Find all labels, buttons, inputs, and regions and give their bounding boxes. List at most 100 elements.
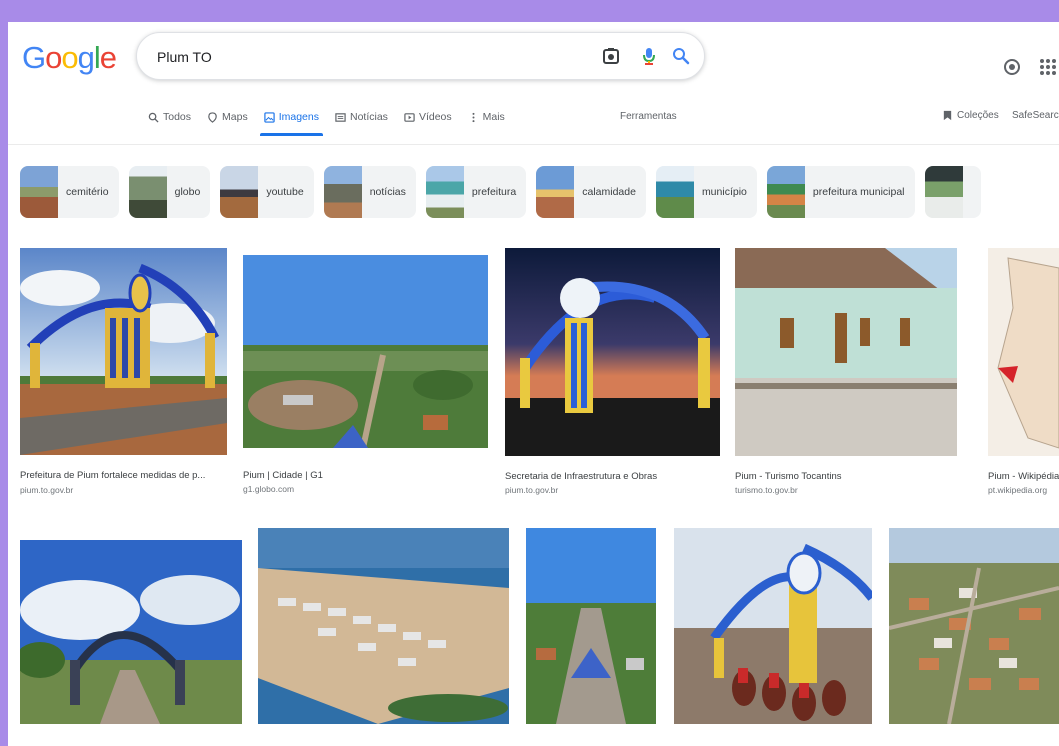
video-icon [404,112,415,122]
logo-letter: g [77,40,95,75]
chip-thumbnail [536,166,575,218]
chip-label: youtube [266,186,304,198]
tab-label: Todos [163,111,192,123]
aerial-city-image [243,255,488,448]
search-tabs: Todos Maps Imagens Notícias Vídeos Mais [148,106,521,136]
search-icon [148,112,159,123]
aerial-street-image [526,528,656,724]
chip-globo[interactable]: globo [128,166,211,218]
tab-label: Imagens [278,111,319,123]
chip-thumbnail [924,166,963,218]
result-site: turismo.to.gov.br [735,485,798,495]
tab-mais[interactable]: Mais [468,106,505,128]
chip-municipio[interactable]: município [655,166,757,218]
result-site: pium.to.gov.br [505,485,559,495]
result-image[interactable] [988,248,1059,456]
result-title[interactable]: Pium | Cidade | G1 [243,470,488,481]
chip-thumbnail [220,166,259,218]
image-icon [264,111,275,123]
chip-label: globo [174,186,201,198]
news-icon [335,112,346,122]
result-card[interactable] [20,540,242,724]
result-card[interactable]: Pium - Turismo Tocantins turismo.to.gov.… [735,248,957,495]
chip-label: prefeitura municipal [812,186,905,198]
chip-prefeitura[interactable]: prefeitura [425,166,527,218]
result-card[interactable] [889,528,1059,724]
result-card[interactable]: Secretaria de Infraestrutura e Obras piu… [505,248,720,495]
result-site: g1.globo.com [243,484,295,494]
result-image[interactable] [674,528,872,724]
result-image[interactable] [20,248,227,455]
chip-calamidade[interactable]: calamidade [536,166,646,218]
chip-noticias[interactable]: notícias [323,166,416,218]
result-title[interactable]: Pium - Wikipédia, ... [988,471,1059,482]
tab-noticias[interactable]: Notícias [335,106,388,128]
chip-partial[interactable] [924,166,981,218]
chip-thumbnail [323,166,362,218]
result-image[interactable] [20,540,242,724]
logo-letter: o [45,40,62,75]
chip-prefeitura-municipal[interactable]: prefeitura municipal [766,166,915,218]
result-title[interactable]: Pium - Turismo Tocantins [735,471,957,482]
camera-icon[interactable] [601,46,621,66]
result-image[interactable] [243,255,488,448]
chip-thumbnail [128,166,167,218]
result-image[interactable] [505,248,720,456]
night-arch-image [505,248,720,456]
safesearch-button[interactable]: SafeSearch [1012,110,1059,121]
search-input[interactable] [155,45,559,69]
tab-label: Vídeos [418,111,452,123]
result-image[interactable] [526,528,656,724]
result-card[interactable]: Pium | Cidade | G1 g1.globo.com [243,255,488,494]
apps-grid-icon[interactable] [1037,56,1059,78]
collections-label: Coleções [957,110,999,121]
result-image[interactable] [735,248,957,456]
microphone-icon[interactable] [639,46,659,66]
colonial-house-image [735,248,957,456]
bookmark-icon [943,110,952,121]
chip-cemiterio[interactable]: cemitério [20,166,119,218]
chip-label: calamidade [582,186,636,198]
result-card[interactable] [258,528,509,724]
river-beach-image [258,528,509,724]
settings-icon[interactable] [1001,56,1023,78]
result-card[interactable]: Prefeitura de Pium fortalece medidas de … [20,248,227,495]
tab-videos[interactable]: Vídeos [404,106,452,128]
collections-link[interactable]: Coleções [942,110,999,121]
tab-imagens[interactable]: Imagens [259,106,324,136]
tab-todos[interactable]: Todos [148,106,191,128]
logo-letter: e [99,40,117,75]
result-title[interactable]: Secretaria de Infraestrutura e Obras [505,471,720,482]
chip-thumbnail [766,166,805,218]
tab-maps[interactable]: Maps [207,106,248,128]
search-icon[interactable] [671,46,691,66]
chip-thumbnail [655,166,694,218]
chip-label: cemitério [66,186,109,198]
tab-label: Maps [222,111,248,123]
logo-letter: o [61,40,78,75]
chip-thumbnail [20,166,58,218]
google-logo[interactable]: Google [22,40,117,76]
arch-photo-image [20,248,227,455]
result-card[interactable] [674,528,872,724]
related-chips: cemitério globo youtube notícias prefeit… [20,166,981,218]
result-card[interactable] [526,528,656,724]
arch-road-image [20,540,242,724]
chip-label: notícias [369,186,406,198]
result-site: pium.to.gov.br [20,485,74,495]
tools-button[interactable]: Ferramentas [620,111,677,122]
header-divider [8,144,1059,145]
result-image[interactable] [889,528,1059,724]
tab-label: Notícias [350,111,388,123]
more-icon [472,112,475,122]
chip-label: município [701,186,747,198]
result-card[interactable]: Pium - Wikipédia, ... pt.wikipedia.org [988,248,1059,495]
chip-thumbnail [425,166,464,218]
search-box[interactable] [136,32,705,80]
result-title[interactable]: Prefeitura de Pium fortalece medidas de … [20,470,227,481]
chip-youtube[interactable]: youtube [220,166,314,218]
map-image [988,248,1059,456]
horse-parade-image [674,528,872,724]
map-pin-icon [208,111,217,123]
result-image[interactable] [258,528,509,724]
